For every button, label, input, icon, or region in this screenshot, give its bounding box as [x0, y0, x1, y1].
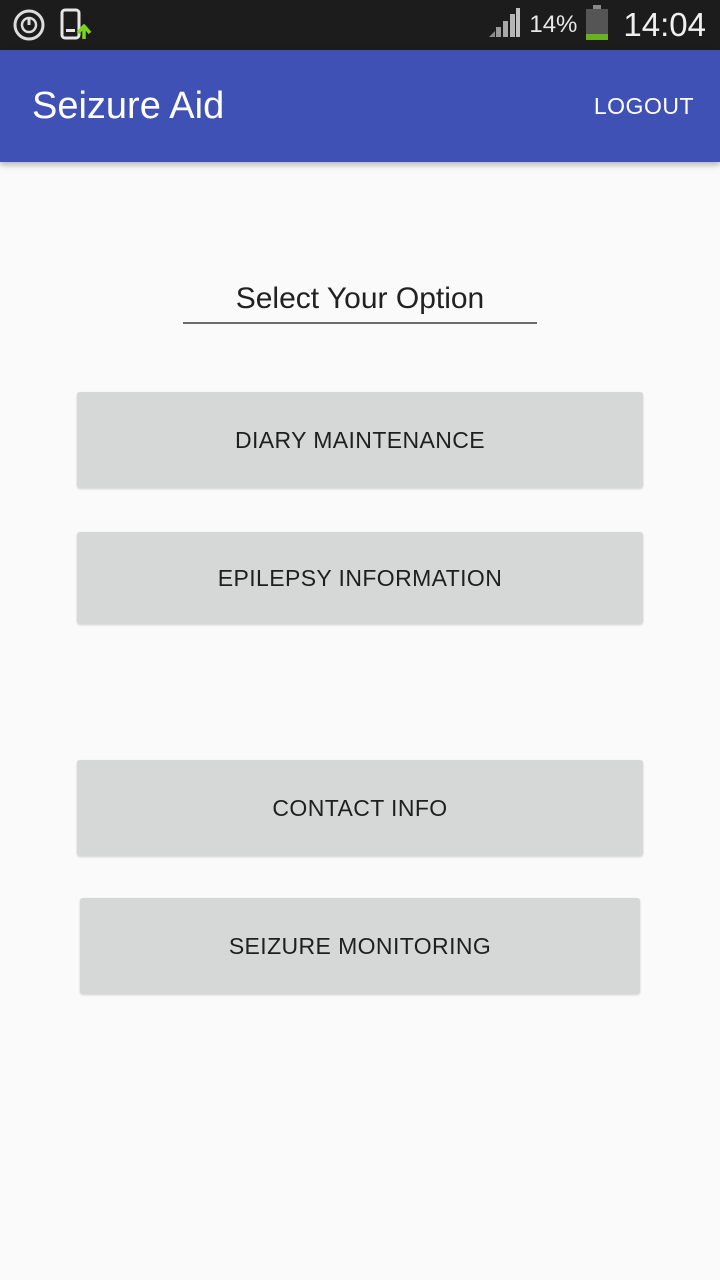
status-bar: 14% 14:04	[0, 0, 720, 50]
phone-upload-icon	[58, 7, 94, 48]
notification-icons	[12, 7, 94, 48]
signal-bars-icon	[487, 7, 521, 44]
select-option-heading: Select Your Option	[183, 278, 537, 324]
seizure-monitoring-button[interactable]: SEIZURE MONITORING	[80, 898, 640, 994]
epilepsy-information-button[interactable]: EPILEPSY INFORMATION	[77, 532, 643, 624]
battery-percent: 14%	[529, 11, 578, 38]
status-right: 14% 14:04	[487, 0, 706, 50]
contact-info-button[interactable]: CONTACT INFO	[77, 760, 643, 856]
diary-maintenance-button[interactable]: DIARY MAINTENANCE	[77, 392, 643, 488]
app-bar: Seizure Aid LOGOUT	[0, 50, 720, 162]
app-title: Seizure Aid	[32, 85, 225, 127]
logout-button[interactable]: LOGOUT	[594, 90, 694, 122]
clock: 14:04	[623, 6, 706, 43]
battery-icon	[585, 4, 609, 46]
power-circle-icon	[12, 8, 46, 47]
